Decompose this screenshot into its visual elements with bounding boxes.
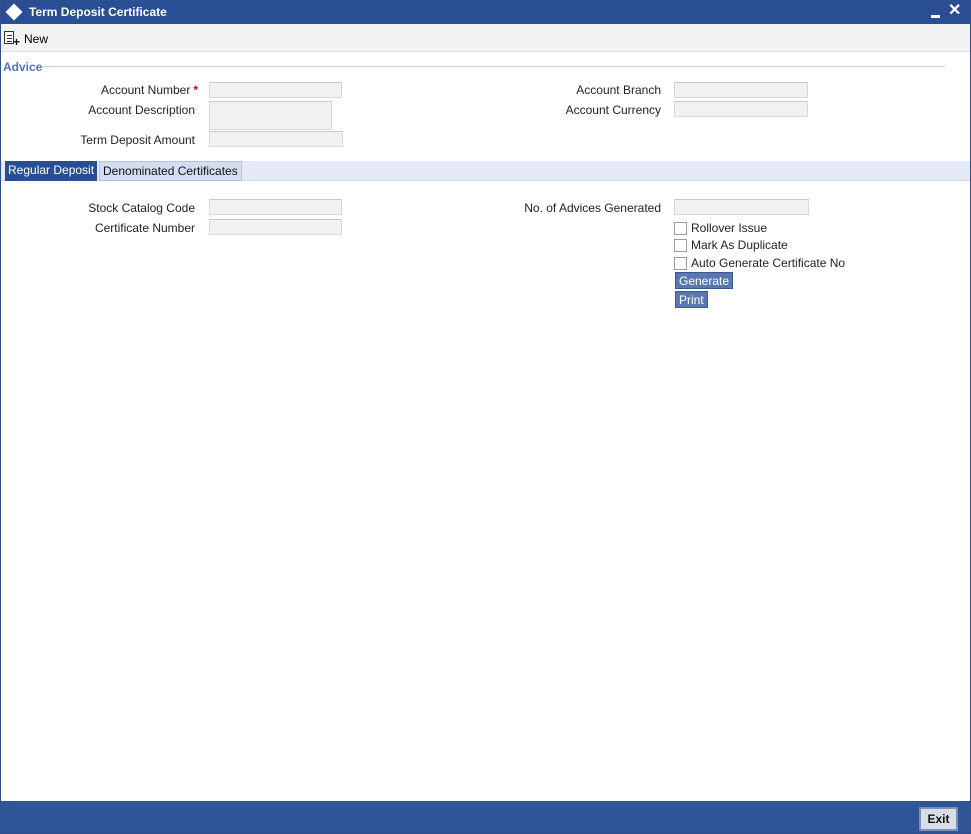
advice-section-divider [43, 66, 945, 67]
term-deposit-amount-field[interactable] [209, 131, 343, 147]
minimize-icon[interactable] [930, 5, 942, 19]
auto-generate-certificate-row: Auto Generate Certificate No [674, 255, 845, 271]
title-bar: Term Deposit Certificate ✕ [1, 1, 970, 24]
account-currency-label: Account Currency [565, 103, 661, 117]
auto-generate-certificate-label: Auto Generate Certificate No [691, 256, 846, 270]
stock-catalog-code-field[interactable] [209, 199, 342, 215]
new-document-icon: + [4, 31, 21, 48]
auto-generate-certificate-checkbox[interactable] [674, 256, 687, 270]
window-title: Term Deposit Certificate [29, 5, 167, 19]
close-icon[interactable]: ✕ [948, 2, 961, 20]
mark-as-duplicate-checkbox[interactable] [674, 238, 687, 252]
account-number-label: Account Number * [101, 83, 198, 97]
account-currency-field[interactable] [674, 101, 808, 117]
certificate-number-label: Certificate Number [94, 221, 195, 235]
account-description-label: Account Description [88, 103, 195, 117]
toolbar: + New [1, 24, 970, 52]
stock-catalog-code-label: Stock Catalog Code [88, 201, 195, 215]
account-number-label-text: Account Number [100, 83, 191, 97]
term-deposit-certificate-window: Term Deposit Certificate ✕ + New Advice … [0, 0, 971, 834]
account-branch-field[interactable] [674, 82, 808, 98]
required-indicator: * [193, 83, 198, 97]
window-diamond-icon [5, 3, 23, 21]
print-button[interactable]: Print [675, 291, 708, 308]
rollover-issue-label: Rollover Issue [691, 221, 768, 235]
generate-button[interactable]: Generate [675, 272, 734, 289]
tab-regular-deposit[interactable]: Regular Deposit [5, 161, 98, 181]
term-deposit-amount-label: Term Deposit Amount [80, 133, 195, 147]
new-button-label: New [24, 32, 49, 46]
exit-button[interactable]: Exit [919, 807, 958, 831]
account-branch-label: Account Branch [576, 83, 661, 97]
tab-denominated-certificates[interactable]: Denominated Certificates [99, 161, 242, 181]
footer-bar: Exit [1, 801, 970, 833]
account-number-field[interactable] [209, 82, 342, 98]
account-description-field[interactable] [209, 101, 332, 130]
rollover-issue-checkbox[interactable] [674, 221, 687, 235]
tab-bar: Regular Deposit Denominated Certificates [1, 161, 970, 181]
rollover-issue-row: Rollover Issue [674, 220, 767, 236]
advices-generated-label: No. of Advices Generated [524, 201, 661, 215]
mark-as-duplicate-row: Mark As Duplicate [674, 237, 788, 253]
advices-generated-field[interactable] [674, 199, 809, 215]
new-button[interactable]: + New [4, 30, 48, 48]
certificate-number-field[interactable] [209, 219, 342, 235]
mark-as-duplicate-label: Mark As Duplicate [691, 238, 788, 252]
advice-section-legend: Advice [3, 60, 43, 74]
